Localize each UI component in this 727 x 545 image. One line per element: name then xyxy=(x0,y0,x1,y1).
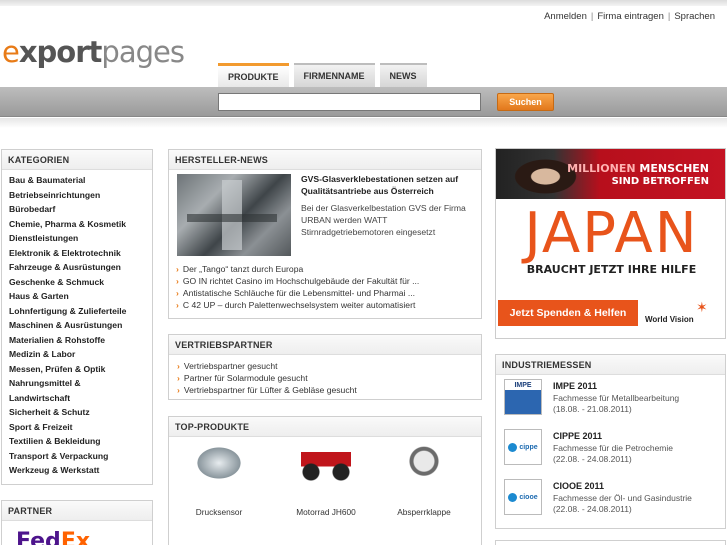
login-link[interactable]: Anmelden xyxy=(544,11,587,22)
account-links: Anmelden | Firma eintragen | Sprachen xyxy=(544,11,715,22)
manufacturer-news-panel: HERSTELLER-NEWS GVS-Glasverklebestatione… xyxy=(168,149,482,319)
categories-panel: KATEGORIEN Bau & Baumaterial Betriebseinr… xyxy=(1,149,153,485)
fair-date: (22.08. - 24.08.2011) xyxy=(553,454,632,464)
product-card[interactable]: Drucksensor xyxy=(174,445,264,517)
fair-name: IMPE 2011 xyxy=(553,381,598,391)
trade-fair-item[interactable]: cippe CIPPE 2011 Fachmesse für die Petro… xyxy=(504,429,724,469)
category-item[interactable]: Fahrzeuge & Ausrüstungen xyxy=(9,260,145,275)
trade-fair-item[interactable]: ciooe CIOOE 2011 Fachmesse der Öl- und G… xyxy=(504,479,724,519)
category-item[interactable]: Geschenke & Schmuck xyxy=(9,275,145,290)
categories-title: KATEGORIEN xyxy=(2,150,152,170)
product-label: Absperrklappe xyxy=(397,507,451,517)
fedex-logo[interactable]: FedEx xyxy=(16,529,90,545)
product-label: Drucksensor xyxy=(195,507,243,517)
separator: | xyxy=(590,11,594,22)
separator: | xyxy=(667,11,671,22)
top-products-panel: TOP-PRODUKTE Drucksensor Motorrad JH600 … xyxy=(168,416,482,545)
banner-line-2: SIND BETROFFEN xyxy=(611,176,709,187)
banner-line-1: MILLIONEN MENSCHEN xyxy=(567,162,709,175)
top-products-title: TOP-PRODUKTE xyxy=(169,417,481,437)
category-item[interactable]: Werkzeug & Werkstatt xyxy=(9,463,145,478)
tab-produkte[interactable]: PRODUKTE xyxy=(218,63,289,87)
news-list: Der „Tango“ tanzt durch Europa GO IN ric… xyxy=(176,263,419,311)
search-button[interactable]: Suchen xyxy=(497,93,554,111)
product-card[interactable]: Motorrad JH600 xyxy=(281,445,371,517)
category-item[interactable]: Bau & Baumaterial xyxy=(9,173,145,188)
sales-partner-item[interactable]: Partner für Solarmodule gesucht xyxy=(177,372,473,384)
fair-description: Fachmesse für die Petrochemie xyxy=(553,443,673,453)
sales-partner-title: VERTRIEBSPARTNER xyxy=(169,335,481,355)
sales-partner-item[interactable]: Vertriebspartner für Lüfter & Gebläse ge… xyxy=(177,384,473,396)
fair-name: CIOOE 2011 xyxy=(553,481,605,491)
banner-subline: BRAUCHT JETZT IHRE HILFE xyxy=(526,263,697,276)
donate-button[interactable]: Jetzt Spenden & Helfen xyxy=(498,300,638,326)
world-vision-star-icon: ✶ xyxy=(696,299,708,315)
partner-title: PARTNER xyxy=(2,501,152,521)
impe-logo: IMPE xyxy=(504,379,542,415)
category-item[interactable]: Materialien & Rohstoffe xyxy=(9,333,145,348)
news-item[interactable]: GO IN richtet Casino im Hochschulgebäude… xyxy=(176,275,419,287)
top-strip xyxy=(0,0,727,6)
partner-panel: PARTNER FedEx xyxy=(1,500,153,545)
register-company-link[interactable]: Firma eintragen xyxy=(597,11,664,22)
fair-name: CIPPE 2011 xyxy=(553,431,603,441)
category-item[interactable]: Dienstleistungen xyxy=(9,231,145,246)
trade-fair-item[interactable]: IMPE IMPE 2011 Fachmesse für Metallbearb… xyxy=(504,379,724,419)
category-item[interactable]: Maschinen & Ausrüstungen xyxy=(9,318,145,333)
category-item[interactable]: Elektronik & Elektrotechnik xyxy=(9,246,145,261)
category-item[interactable]: Textilien & Bekleidung xyxy=(9,434,145,449)
sales-partner-list: Vertriebspartner gesucht Partner für Sol… xyxy=(169,355,481,401)
category-item[interactable]: Transport & Verpackung xyxy=(9,449,145,464)
category-item[interactable]: Chemie, Pharma & Kosmetik xyxy=(9,217,145,232)
languages-link[interactable]: Sprachen xyxy=(674,11,715,22)
category-item[interactable]: Betriebseinrichtungen xyxy=(9,188,145,203)
motorcycle-icon xyxy=(301,445,351,481)
sensor-icon xyxy=(194,445,244,481)
trade-fairs-panel: INDUSTRIEMESSEN IMPE IMPE 2011 Fachmesse… xyxy=(495,354,726,529)
next-panel-edge xyxy=(495,540,726,545)
sales-partner-panel: VERTRIEBSPARTNER Vertriebspartner gesuch… xyxy=(168,334,482,400)
category-item[interactable]: Lohnfertigung & Zulieferteile xyxy=(9,304,145,319)
fair-date: (18.08. - 21.08.2011) xyxy=(553,404,632,414)
tab-news[interactable]: NEWS xyxy=(379,63,427,87)
trade-fairs-title: INDUSTRIEMESSEN xyxy=(496,355,725,375)
category-item[interactable]: Sport & Freizeit xyxy=(9,420,145,435)
news-teaser: Bei der Glasverkelbestation GVS der Firm… xyxy=(301,203,466,237)
category-list: Bau & Baumaterial Betriebseinrichtungen Bü… xyxy=(2,170,152,481)
search-input[interactable] xyxy=(218,93,481,111)
tab-firmenname[interactable]: FIRMENNAME xyxy=(293,63,375,87)
cippe-logo: cippe xyxy=(504,429,542,465)
news-item[interactable]: C 42 UP – durch Palettenwechselsystem we… xyxy=(176,299,419,311)
fair-description: Fachmesse der Öl- und Gasindustrie xyxy=(553,493,692,503)
japan-donation-banner[interactable]: MILLIONEN MENSCHEN SIND BETROFFEN JAPAN … xyxy=(495,148,726,339)
product-card[interactable]: Absperrklappe xyxy=(379,445,469,517)
category-item[interactable]: Landwirtschaft xyxy=(9,391,145,406)
news-image[interactable] xyxy=(177,174,291,256)
search-tabs: PRODUKTE FIRMENNAME NEWS xyxy=(218,63,427,87)
news-item[interactable]: Der „Tango“ tanzt durch Europa xyxy=(176,263,419,275)
news-item[interactable]: Antistatische Schläuche für die Lebensmi… xyxy=(176,287,419,299)
world-vision-logo: World Vision xyxy=(645,315,694,324)
exportpages-logo[interactable]: exportpages xyxy=(2,38,185,67)
fair-date: (22.08. - 24.08.2011) xyxy=(553,504,632,514)
category-item[interactable]: Medizin & Labor xyxy=(9,347,145,362)
header-shadow xyxy=(0,118,727,128)
category-item[interactable]: Haus & Garten xyxy=(9,289,145,304)
news-title: HERSTELLER-NEWS xyxy=(169,150,481,170)
sales-partner-item[interactable]: Vertriebspartner gesucht xyxy=(177,360,473,372)
banner-header: MILLIONEN MENSCHEN SIND BETROFFEN xyxy=(496,149,725,199)
fair-description: Fachmesse für Metallbearbeitung xyxy=(553,393,680,403)
banner-headline: JAPAN xyxy=(524,201,699,266)
product-label: Motorrad JH600 xyxy=(296,507,356,517)
valve-icon xyxy=(399,445,449,481)
news-headline[interactable]: GVS-Glasverklebestationen setzen auf Qua… xyxy=(301,173,476,197)
ciooe-logo: ciooe xyxy=(504,479,542,515)
category-item[interactable]: Sicherheit & Schutz xyxy=(9,405,145,420)
category-item[interactable]: Messen, Prüfen & Optik xyxy=(9,362,145,377)
category-item[interactable]: Nahrungsmittel & xyxy=(9,376,145,391)
category-item[interactable]: Bürobedarf xyxy=(9,202,145,217)
